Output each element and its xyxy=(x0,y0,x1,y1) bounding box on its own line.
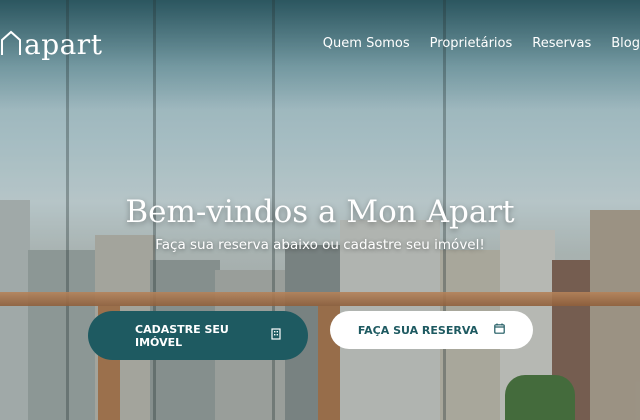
building-icon xyxy=(271,328,281,343)
nav-quem-somos[interactable]: Quem Somos xyxy=(323,36,410,51)
site-header: apart Quem Somos Proprietários Reservas … xyxy=(0,0,640,80)
house-logo-icon xyxy=(0,30,22,60)
nav-reservas[interactable]: Reservas xyxy=(532,36,591,51)
make-reservation-label: FAÇA SUA RESERVA xyxy=(357,323,479,337)
register-property-label: CADASTRE SEU IMÓVEL xyxy=(135,322,229,349)
hero-title: Bem-vindos a Mon Apart xyxy=(125,194,515,230)
nav-blog[interactable]: Blog xyxy=(611,36,640,51)
balcony-rail xyxy=(0,292,640,306)
hero-subtitle: Faça sua reserva abaixo ou cadastre seu … xyxy=(155,237,485,253)
nav-proprietarios[interactable]: Proprietários xyxy=(430,36,513,51)
calendar-icon xyxy=(494,323,505,337)
main-nav: Quem Somos Proprietários Reservas Blog xyxy=(323,36,640,51)
register-property-button[interactable]: CADASTRE SEU IMÓVEL xyxy=(88,311,308,360)
make-reservation-button[interactable]: FAÇA SUA RESERVA xyxy=(330,311,533,349)
logo[interactable]: apart xyxy=(0,30,102,60)
logo-text: apart xyxy=(24,28,103,61)
